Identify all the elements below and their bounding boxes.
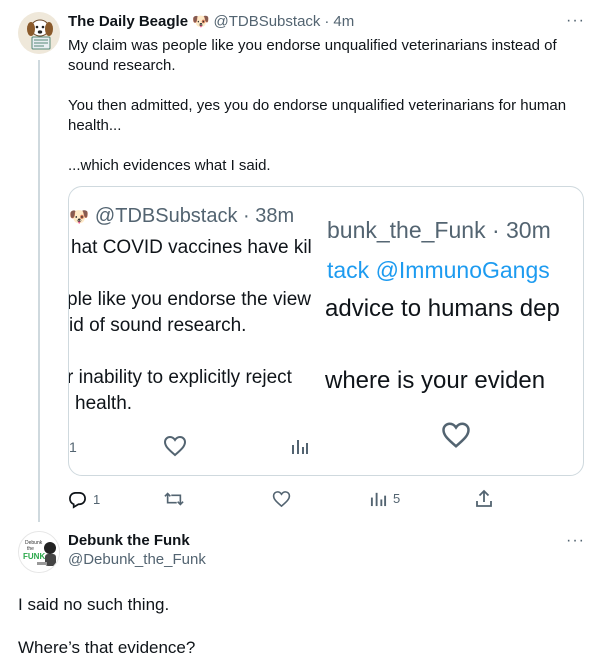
embedded-line: health.: [75, 393, 133, 414]
tweet1-body: My claim was people like you endorse unq…: [68, 36, 583, 176]
reply-icon: [69, 491, 86, 509]
avatar-daily-beagle[interactable]: [18, 12, 60, 54]
reply-count: 1: [93, 492, 101, 507]
more-options-button[interactable]: ···: [566, 532, 585, 550]
display-name[interactable]: Debunk the Funk: [68, 532, 206, 549]
views-button[interactable]: 5: [370, 490, 400, 507]
retweet-button[interactable]: [164, 490, 190, 508]
avatar-debunk-the-funk[interactable]: Debunk the FUNK: [18, 531, 60, 573]
more-options-button[interactable]: ···: [566, 12, 585, 30]
attached-image[interactable]: 🐶 @TDBSubstack · 38m hat COVID vaccines …: [68, 186, 584, 476]
dog-emoji-icon: 🐶: [69, 208, 89, 226]
share-button[interactable]: [475, 489, 493, 508]
timestamp[interactable]: 4m: [333, 13, 354, 30]
paragraph: My claim was people like you endorse unq…: [68, 37, 557, 74]
embedded-reply-count: 1: [69, 439, 77, 455]
tweet2-body: I said no such thing. Where’s that evide…: [18, 594, 578, 659]
embedded-header: bunk_the_Funk · 30m: [327, 217, 551, 243]
views-count: 5: [393, 491, 401, 506]
embedded-line: id of sound research.: [69, 315, 247, 336]
heart-icon: [163, 435, 187, 457]
heart-icon: [441, 421, 471, 449]
views-icon: [291, 437, 309, 455]
separator-dot: ·: [324, 13, 330, 30]
tweet1-header: The Daily Beagle 🐶 @TDBSubstack · 4m: [68, 13, 354, 30]
embedded-header: 🐶 @TDBSubstack · 38m: [69, 205, 295, 227]
svg-text:FUNK: FUNK: [23, 552, 45, 561]
embedded-line: ple like you endorse the view: [69, 289, 311, 310]
screenshot-right-panel: bunk_the_Funk · 30m tack @ImmunoGangs ad…: [325, 187, 583, 475]
embedded-line: advice to humans dep: [325, 295, 560, 322]
views-icon: [370, 492, 387, 507]
thread-connector: [38, 60, 40, 522]
reply-button[interactable]: 1: [68, 490, 100, 509]
heart-icon: [272, 491, 291, 508]
paragraph: You then admitted, yes you do endorse un…: [68, 97, 567, 134]
embedded-mention-line: tack @ImmunoGangs: [327, 257, 550, 283]
handle[interactable]: @TDBSubstack: [213, 13, 320, 30]
retweet-icon: [164, 492, 184, 506]
embedded-line: hat COVID vaccines have kil: [71, 237, 312, 258]
embedded-line: where is your eviden: [325, 367, 546, 394]
screenshot-left-panel: 🐶 @TDBSubstack · 38m hat COVID vaccines …: [69, 187, 325, 475]
paragraph: Where’s that evidence?: [18, 638, 196, 657]
share-icon: [476, 489, 492, 507]
dog-emoji-badge: 🐶: [192, 13, 210, 29]
like-button[interactable]: [272, 490, 297, 508]
handle[interactable]: @Debunk_the_Funk: [68, 551, 206, 568]
paragraph: I said no such thing.: [18, 595, 170, 614]
tweet2-header: Debunk the Funk @Debunk_the_Funk: [68, 532, 206, 568]
display-name[interactable]: The Daily Beagle: [68, 13, 188, 30]
paragraph: ...which evidences what I said.: [68, 157, 271, 174]
embedded-line: r inability to explicitly reject: [69, 367, 292, 388]
